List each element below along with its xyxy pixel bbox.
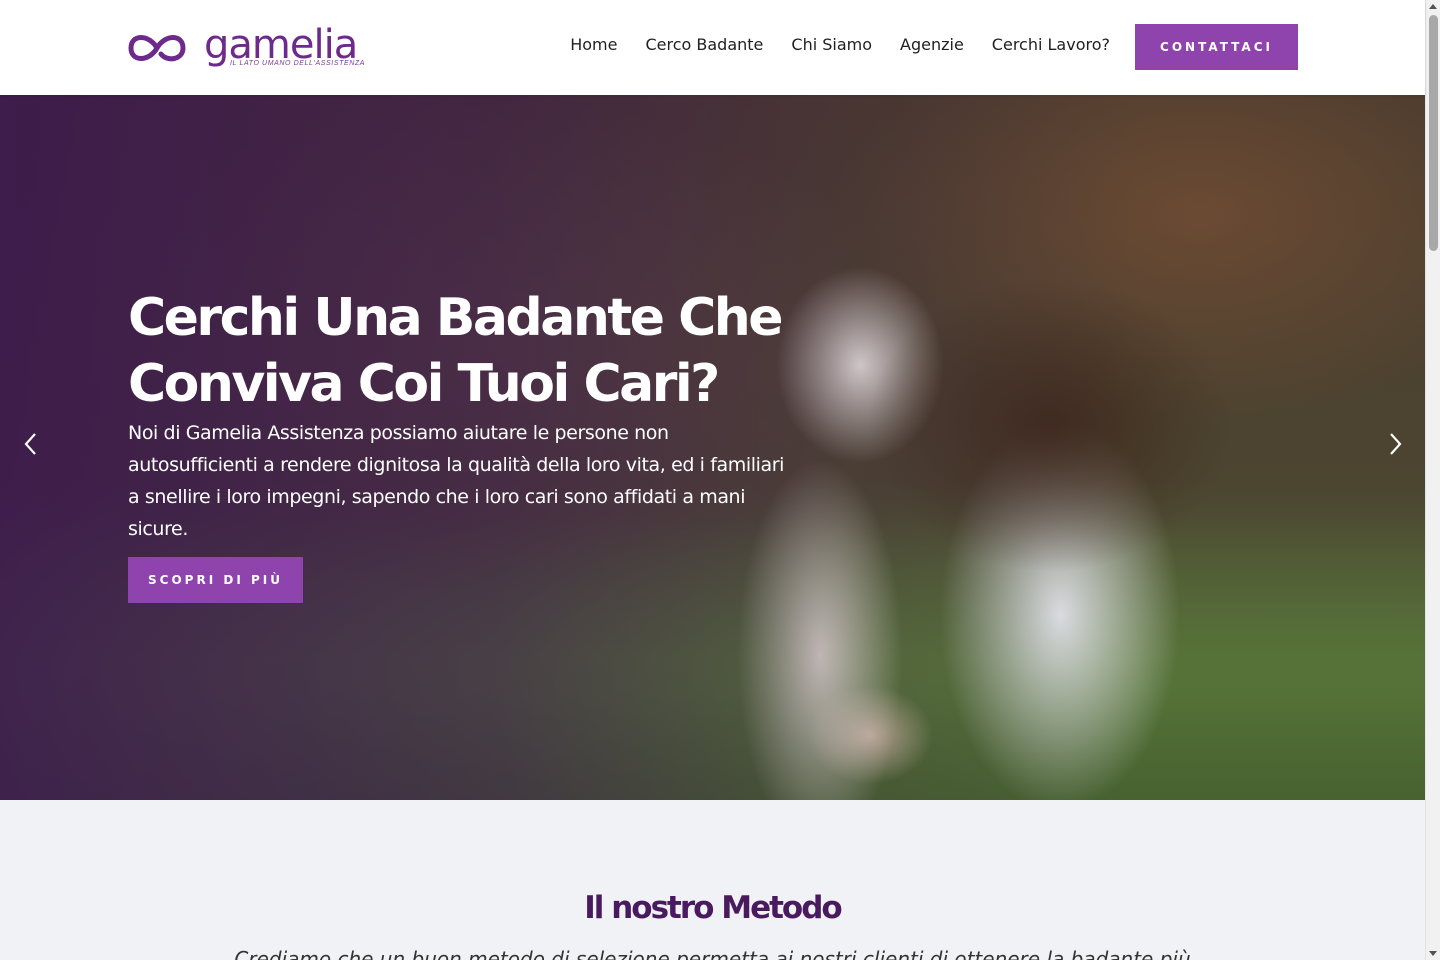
site-header: gamelia IL LATO UMANO DELL'ASSISTENZA Ho… [0,0,1425,95]
logo-tagline: IL LATO UMANO DELL'ASSISTENZA [230,60,366,67]
scrollbar-thumb[interactable] [1429,15,1438,251]
slider-next-button[interactable] [1383,430,1407,458]
nav-item-home[interactable]: Home [570,35,617,54]
scroll-down-arrow-icon[interactable] [1429,951,1437,956]
nav-item-chi-siamo[interactable]: Chi Siamo [791,35,872,54]
nav-item-agenzie[interactable]: Agenzie [900,35,964,54]
contact-button[interactable]: CONTATTACI [1135,24,1298,70]
nav-item-cerco-badante[interactable]: Cerco Badante [645,35,763,54]
scroll-up-arrow-icon[interactable] [1429,4,1437,9]
method-title: Il nostro Metodo [584,890,842,926]
chevron-right-icon [1390,433,1402,455]
discover-more-button[interactable]: SCOPRI DI PIÙ [128,557,303,603]
slider-prev-button[interactable] [19,430,43,458]
main-nav: Home Cerco Badante Chi Siamo Agenzie Cer… [570,35,1110,54]
method-description: Crediamo che un buon metodo di selezione… [234,947,1191,960]
logo[interactable]: gamelia IL LATO UMANO DELL'ASSISTENZA [127,22,364,72]
chevron-left-icon [24,433,36,455]
scrollbar[interactable] [1425,0,1440,960]
hero-description: Noi di Gamelia Assistenza possiamo aiuta… [128,422,785,540]
page: gamelia IL LATO UMANO DELL'ASSISTENZA Ho… [0,0,1440,960]
method-section: Il nostro Metodo Crediamo che un buon me… [0,800,1425,960]
hero-slider: Cerchi Una Badante Che Conviva Coi Tuoi … [0,95,1425,800]
hero-title: Cerchi Una Badante Che Conviva Coi Tuoi … [128,288,784,414]
nav-item-cerchi-lavoro[interactable]: Cerchi Lavoro? [992,35,1110,54]
infinity-logo-icon [128,35,186,62]
